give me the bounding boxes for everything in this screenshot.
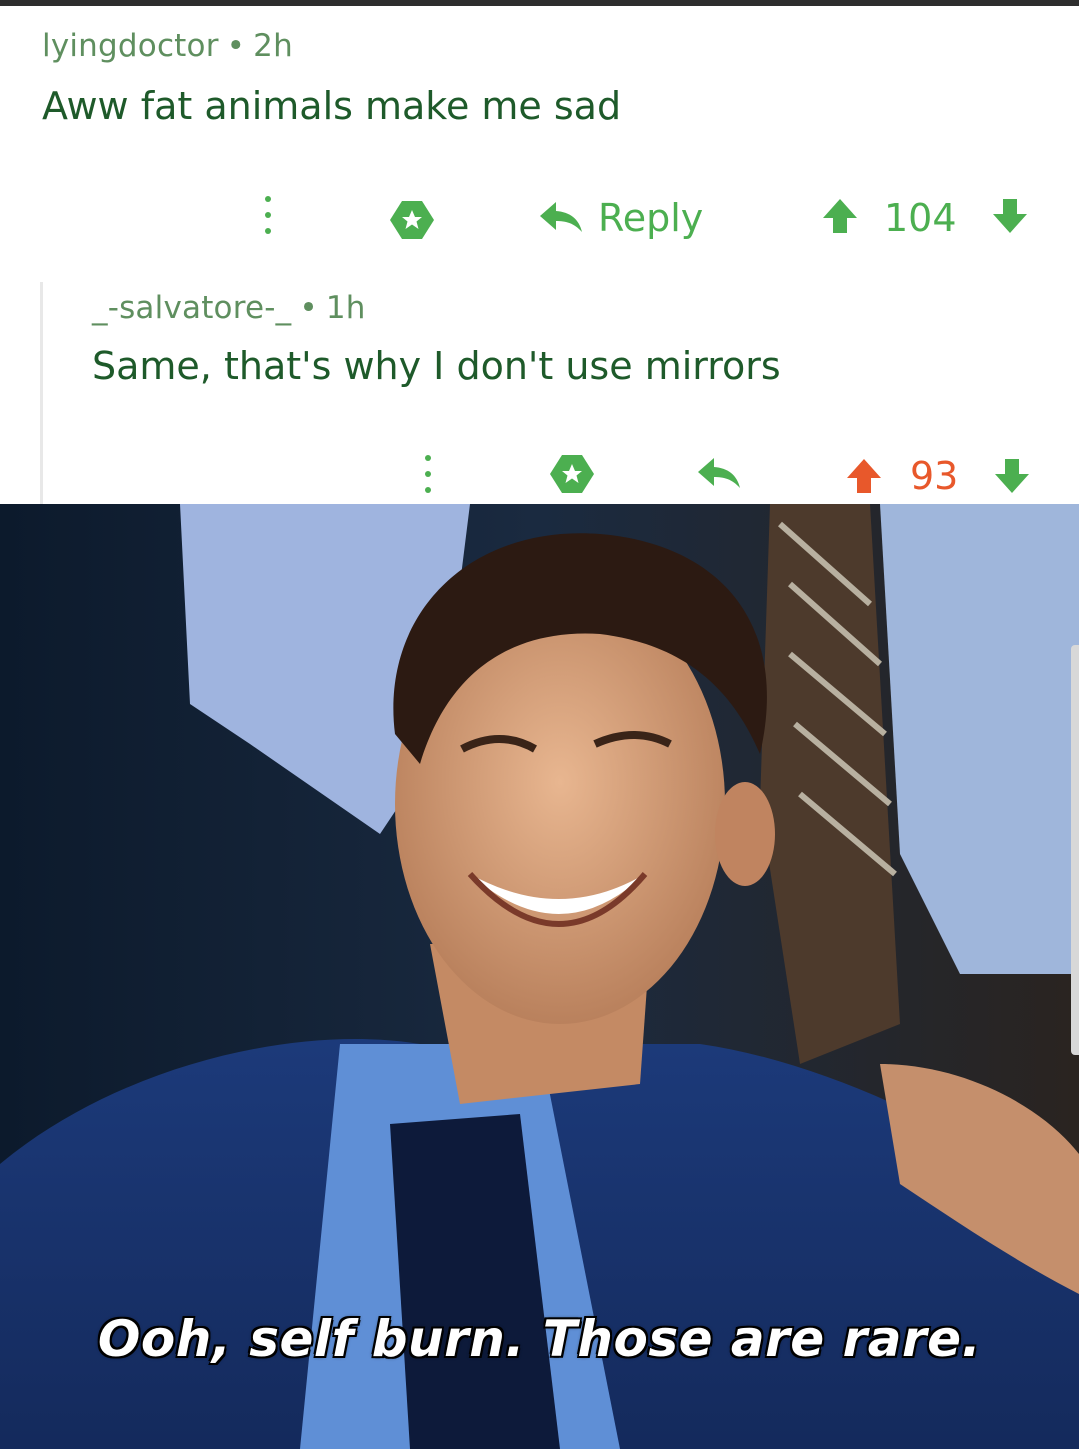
downvote-icon[interactable] [988,194,1032,238]
more-options-icon[interactable] [418,450,438,498]
comment-body: Same, that's why I don't use mirrors [92,344,781,388]
upvote-icon[interactable] [818,194,862,238]
comment-lyingdoctor: lyingdoctor • 2h Aww fat animals make me s… [0,6,1079,276]
comment-age: 1h [325,290,366,326]
scrollbar[interactable] [1071,645,1079,1055]
comment-score: 93 [910,454,959,498]
reply-button[interactable]: Reply [538,190,703,246]
separator-dot: • [299,290,318,326]
award-icon[interactable] [388,198,436,242]
comment-age: 2h [253,28,293,64]
upvote-icon[interactable] [842,454,886,498]
comment-username[interactable]: _-salvatore-_ [92,290,291,326]
reply-icon [540,202,582,232]
separator-dot: • [226,28,246,64]
downvote-icon[interactable] [990,454,1034,498]
reply-icon[interactable] [696,456,742,492]
comment-meta: _-salvatore-_ • 1h [92,290,366,326]
comment-meta: lyingdoctor • 2h [42,28,293,64]
award-icon[interactable] [548,452,596,496]
meme-image: Ooh, self burn. Those are rare. [0,504,1079,1449]
more-options-icon[interactable] [258,191,278,239]
comment-salvatore: _-salvatore-_ • 1h Same, that's why I don'… [0,276,1079,504]
meme-illustration [0,504,1079,1449]
comment-score: 104 [884,196,957,240]
meme-caption: Ooh, self burn. Those are rare. [97,1310,982,1368]
comment-body: Aww fat animals make me sad [42,84,622,128]
comment-username[interactable]: lyingdoctor [42,28,219,64]
reply-label: Reply [598,196,704,240]
